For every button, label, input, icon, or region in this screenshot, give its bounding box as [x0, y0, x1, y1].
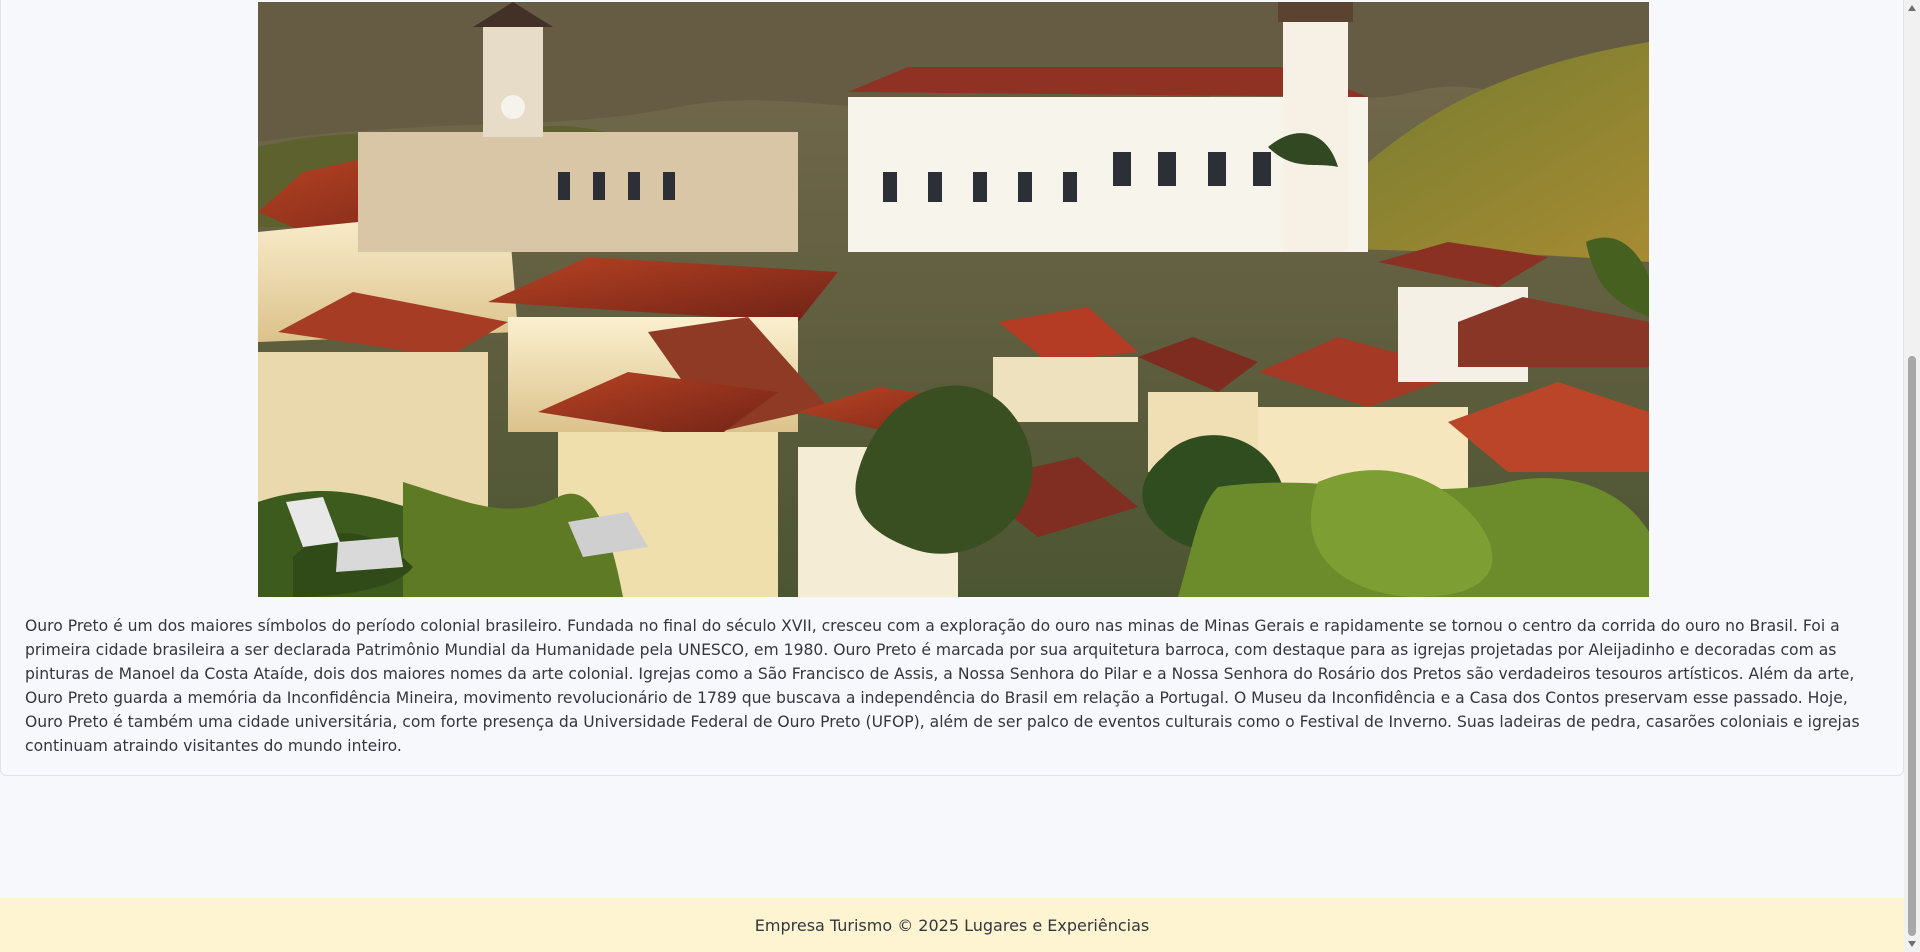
- scrollbar-thumb[interactable]: [1908, 356, 1916, 936]
- scroll-up-arrow-icon[interactable]: [1908, 5, 1916, 11]
- footer-copyright: Empresa Turismo © 2025 Lugares e Experiê…: [754, 915, 1150, 935]
- site-footer: Empresa Turismo © 2025 Lugares e Experiê…: [0, 898, 1904, 952]
- vertical-scrollbar[interactable]: [1904, 0, 1920, 952]
- scroll-down-arrow-icon[interactable]: [1908, 941, 1916, 947]
- destination-photo: [258, 2, 1649, 597]
- ouro-preto-photo-illustration: [258, 2, 1649, 597]
- page: Ouro Preto é um dos maiores símbolos do …: [0, 0, 1904, 952]
- destination-description: Ouro Preto é um dos maiores símbolos do …: [25, 617, 1860, 755]
- destination-card: Ouro Preto é um dos maiores símbolos do …: [0, 0, 1904, 776]
